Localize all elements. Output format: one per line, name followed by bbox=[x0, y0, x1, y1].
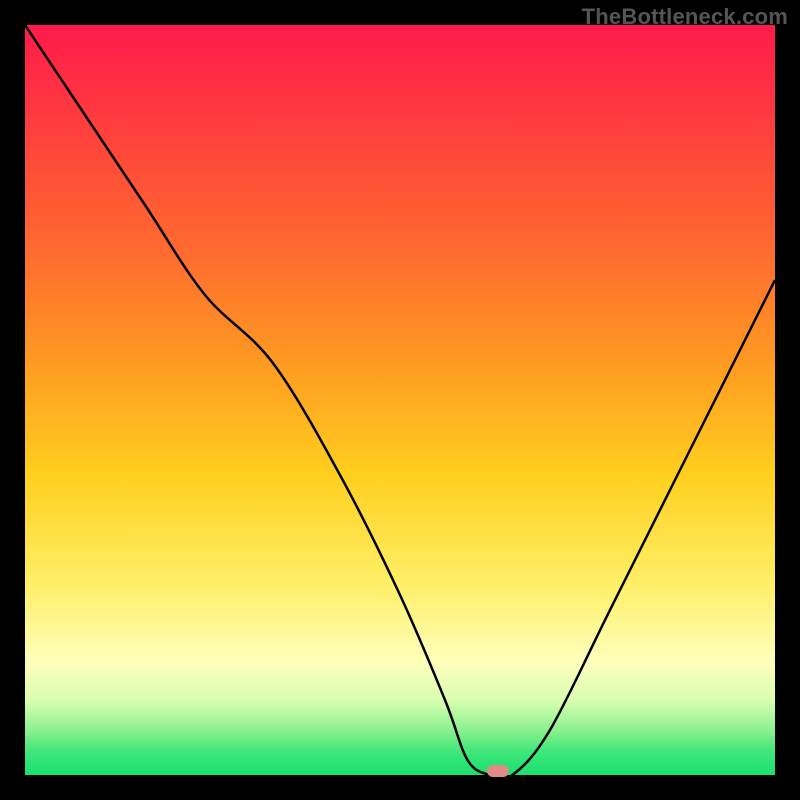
watermark-text: TheBottleneck.com bbox=[582, 4, 788, 30]
optimal-marker bbox=[487, 765, 509, 777]
bottleneck-curve bbox=[25, 25, 775, 775]
curve-svg bbox=[25, 25, 775, 775]
plot-area bbox=[25, 25, 775, 775]
chart-frame: TheBottleneck.com bbox=[0, 0, 800, 800]
